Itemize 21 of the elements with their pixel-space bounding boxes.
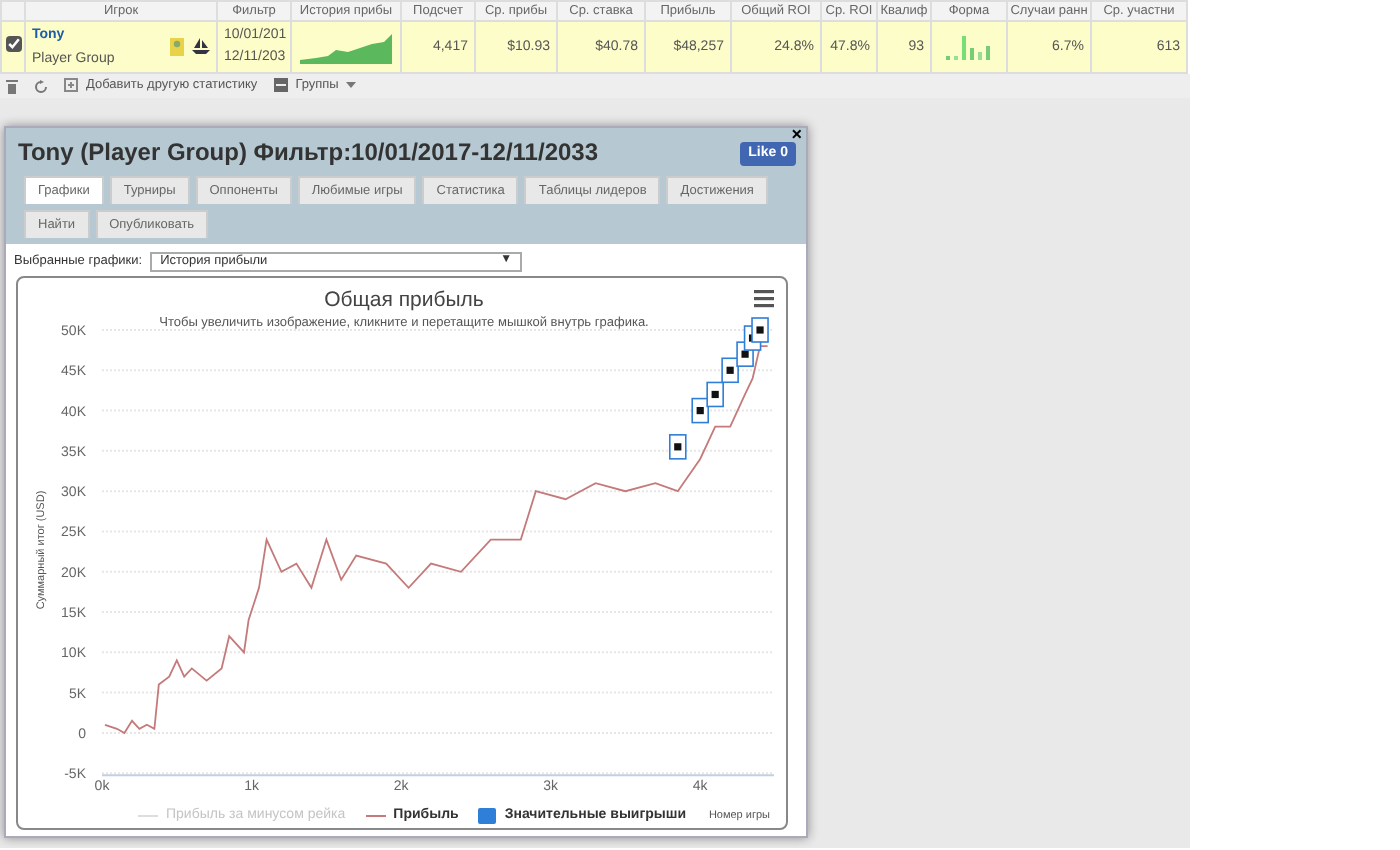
flag-marker[interactable]	[669, 434, 687, 460]
close-button[interactable]: ×	[791, 124, 802, 144]
caret-icon[interactable]	[346, 82, 357, 89]
add-stat-icon[interactable]	[64, 78, 78, 93]
groups-icon[interactable]	[273, 78, 288, 93]
profit-sparkline-drawing	[300, 31, 392, 63]
badge-icon	[170, 38, 184, 56]
refresh-icon[interactable]	[34, 79, 48, 93]
form-chart-drawing	[946, 35, 994, 59]
chart-title: Общая прибыль	[324, 288, 484, 312]
flag-marker[interactable]	[751, 317, 769, 343]
menu-icon[interactable]	[754, 290, 774, 308]
flag-marker[interactable]	[721, 357, 739, 384]
legend-square-icon	[478, 807, 497, 824]
flag-marker[interactable]	[691, 397, 709, 424]
dialog-title: Tony (Player Group) Фильтр:10/01/2017-12/11/2033	[18, 138, 599, 168]
legend-line-icon	[365, 813, 386, 818]
ship-icon	[192, 38, 210, 54]
flag-marker[interactable]	[706, 381, 724, 408]
trash-icon[interactable]	[6, 79, 18, 93]
row-checkbox[interactable]	[5, 36, 21, 52]
